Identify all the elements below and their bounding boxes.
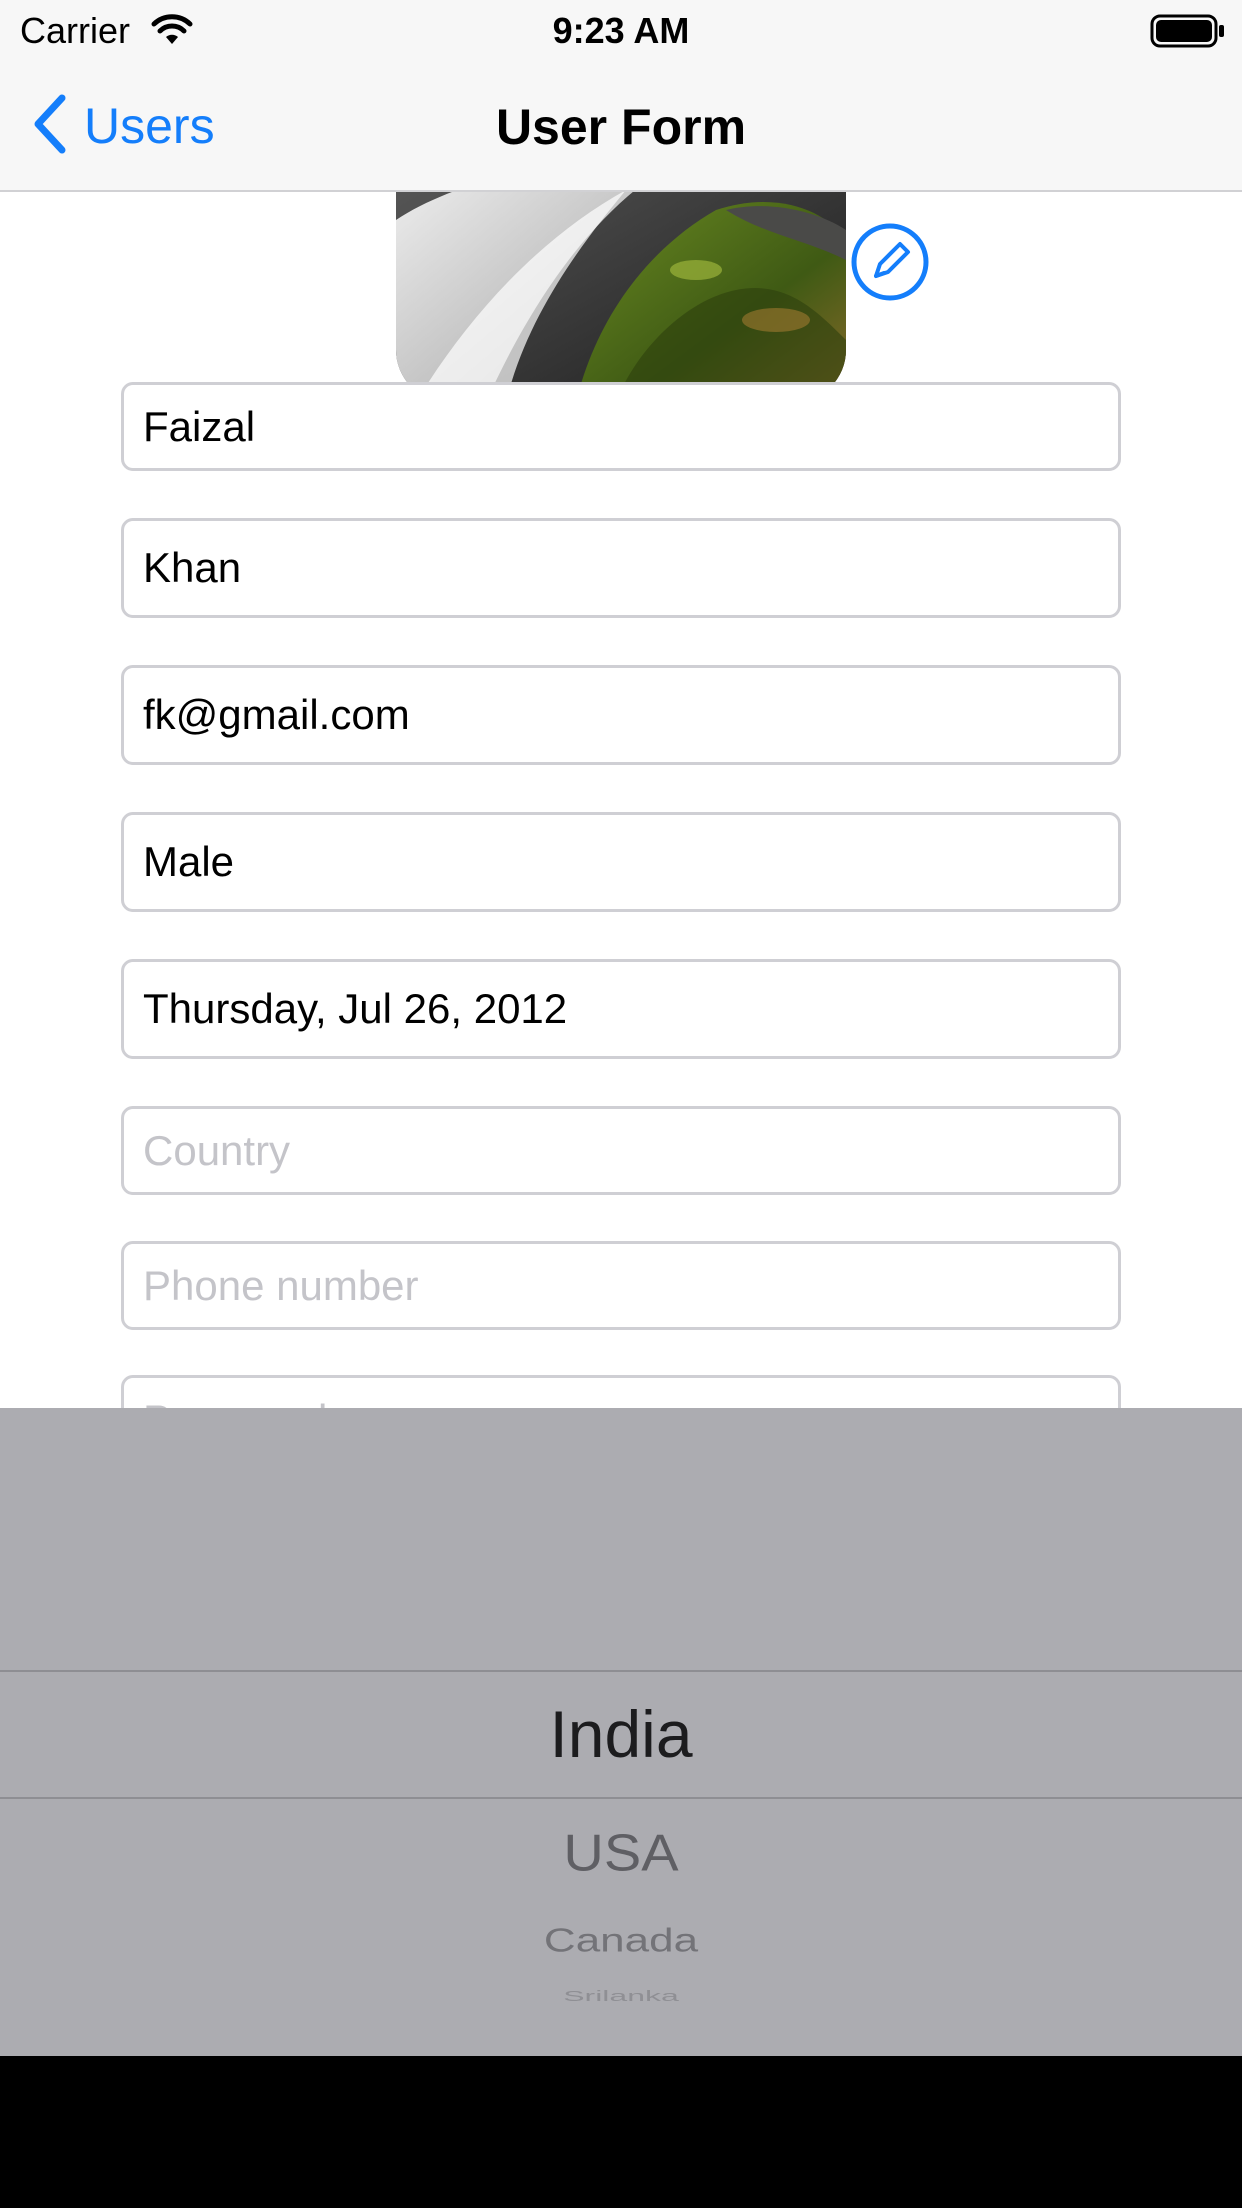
picker-option[interactable]: Srilanka: [0, 1988, 1242, 2005]
pencil-circle-icon: [850, 223, 930, 306]
picker-option[interactable]: Canada: [0, 1922, 1242, 1960]
birth-date-field[interactable]: Thursday, Jul 26, 2012: [121, 959, 1121, 1059]
last-name-field[interactable]: Khan: [121, 518, 1121, 618]
picker-selection-top-divider: [0, 1670, 1242, 1672]
bottom-safe-area: [0, 2056, 1242, 2208]
gender-field[interactable]: Male: [121, 812, 1121, 912]
user-form: Faizal Khan fk@gmail.com Male Thursday, …: [0, 0, 1242, 1408]
status-time: 9:23 AM: [552, 10, 690, 51]
country-field[interactable]: Country: [121, 1106, 1121, 1195]
page-title: User Form: [495, 99, 747, 155]
phone-number-field[interactable]: Phone number: [121, 1241, 1121, 1330]
battery-icon: [1150, 14, 1226, 53]
navigation-bar: Users User Form: [0, 62, 1242, 192]
password-field[interactable]: Password: [121, 1375, 1121, 1408]
edit-photo-button[interactable]: [850, 222, 930, 302]
country-picker[interactable]: India USA Canada Srilanka: [0, 1408, 1242, 2056]
first-name-field[interactable]: Faizal: [121, 382, 1121, 471]
picker-option-selected[interactable]: India: [0, 1696, 1242, 1772]
status-bar: Carrier 9:23 AM: [0, 0, 1242, 62]
picker-option[interactable]: USA: [0, 1823, 1242, 1883]
picker-selection-bottom-divider: [0, 1797, 1242, 1799]
email-field[interactable]: fk@gmail.com: [121, 665, 1121, 765]
